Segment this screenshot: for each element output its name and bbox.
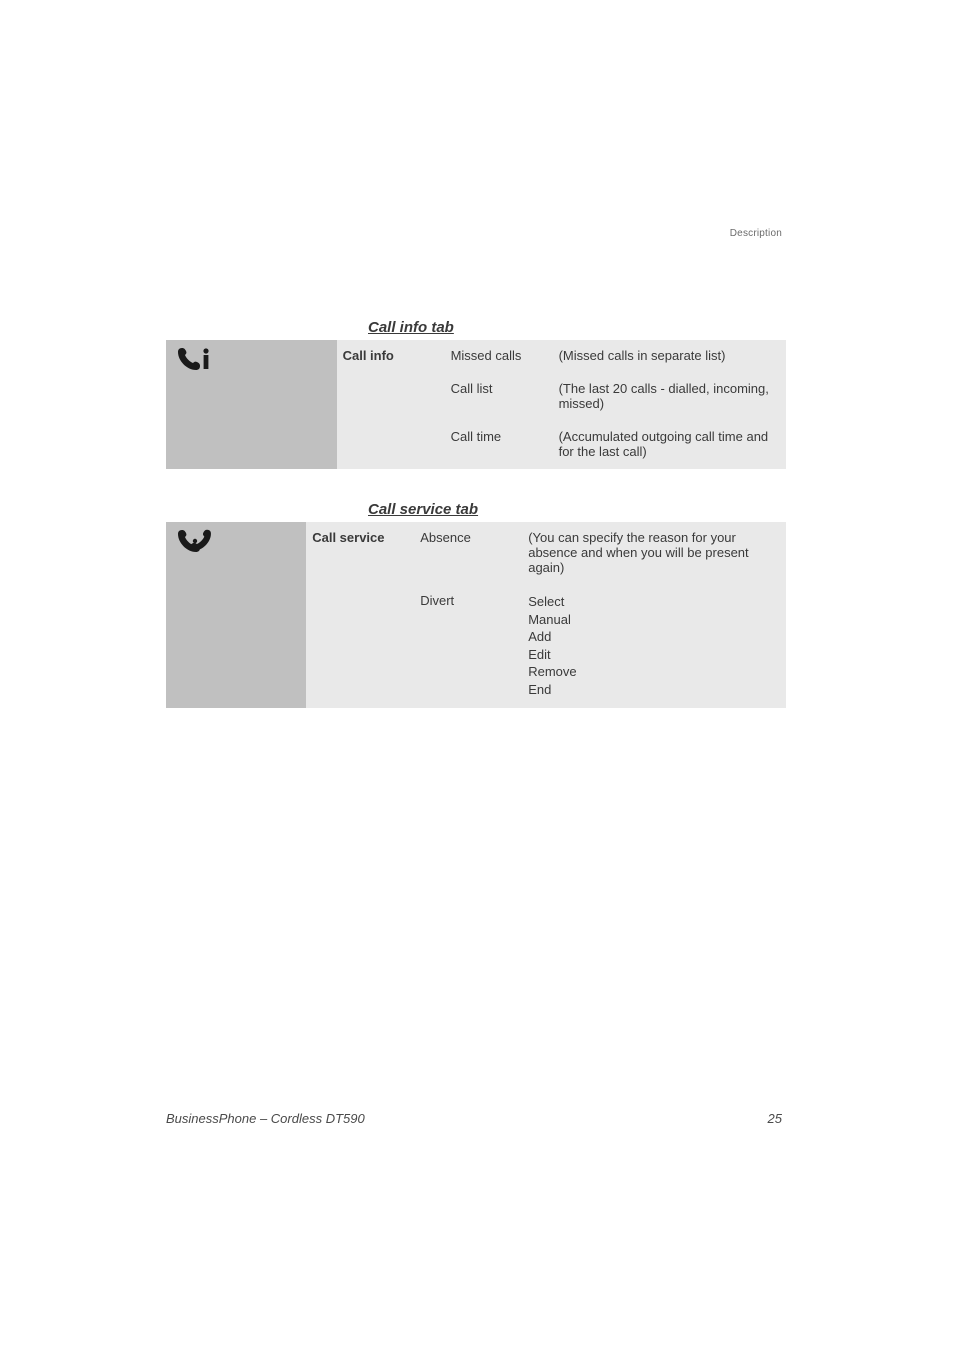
divert-list: Select Manual Add Edit Remove End <box>528 593 772 698</box>
list-item: Edit <box>528 646 772 664</box>
table-row: Call service Absence (You can specify th… <box>306 522 786 585</box>
section-title-call-service: Call service tab <box>368 501 478 518</box>
list-item: Manual <box>528 611 772 629</box>
list-item: Remove <box>528 663 772 681</box>
row-desc: (The last 20 calls - dialled, incoming, … <box>553 373 786 421</box>
row-item: Call time <box>445 421 553 469</box>
page: Description Call info tab Call info Miss… <box>0 0 954 1351</box>
section-title-call-info: Call info tab <box>368 319 454 336</box>
row-item: Divert <box>414 585 522 708</box>
row-desc: (Missed calls in separate list) <box>553 340 786 373</box>
list-item: Add <box>528 628 772 646</box>
header-section-label: Description <box>730 228 782 239</box>
call-info-table: Call info Missed calls (Missed calls in … <box>337 340 786 469</box>
row-item: Missed calls <box>445 340 553 373</box>
call-info-block: Call info Missed calls (Missed calls in … <box>166 340 786 469</box>
row-desc: (Accumulated outgoing call time and for … <box>553 421 786 469</box>
row-desc: (You can specify the reason for your abs… <box>522 522 786 585</box>
table-label: Call service <box>306 522 414 585</box>
row-item: Absence <box>414 522 522 585</box>
table-row: Call info Missed calls (Missed calls in … <box>337 340 786 373</box>
page-number: 25 <box>768 1111 782 1126</box>
call-info-icon <box>176 346 214 374</box>
call-service-block: Call service Absence (You can specify th… <box>166 522 786 708</box>
call-service-icon <box>176 528 216 556</box>
list-item: Select <box>528 593 772 611</box>
table-row: Call list (The last 20 calls - dialled, … <box>337 373 786 421</box>
row-item: Call list <box>445 373 553 421</box>
call-service-table: Call service Absence (You can specify th… <box>306 522 786 708</box>
call-info-icon-cell <box>166 340 337 469</box>
table-row: Call time (Accumulated outgoing call tim… <box>337 421 786 469</box>
call-service-icon-cell <box>166 522 306 708</box>
footer-product: BusinessPhone – Cordless DT590 <box>166 1111 365 1126</box>
table-label: Call info <box>337 340 445 373</box>
list-item: End <box>528 681 772 699</box>
table-row: Divert Select Manual Add Edit Remove End <box>306 585 786 708</box>
